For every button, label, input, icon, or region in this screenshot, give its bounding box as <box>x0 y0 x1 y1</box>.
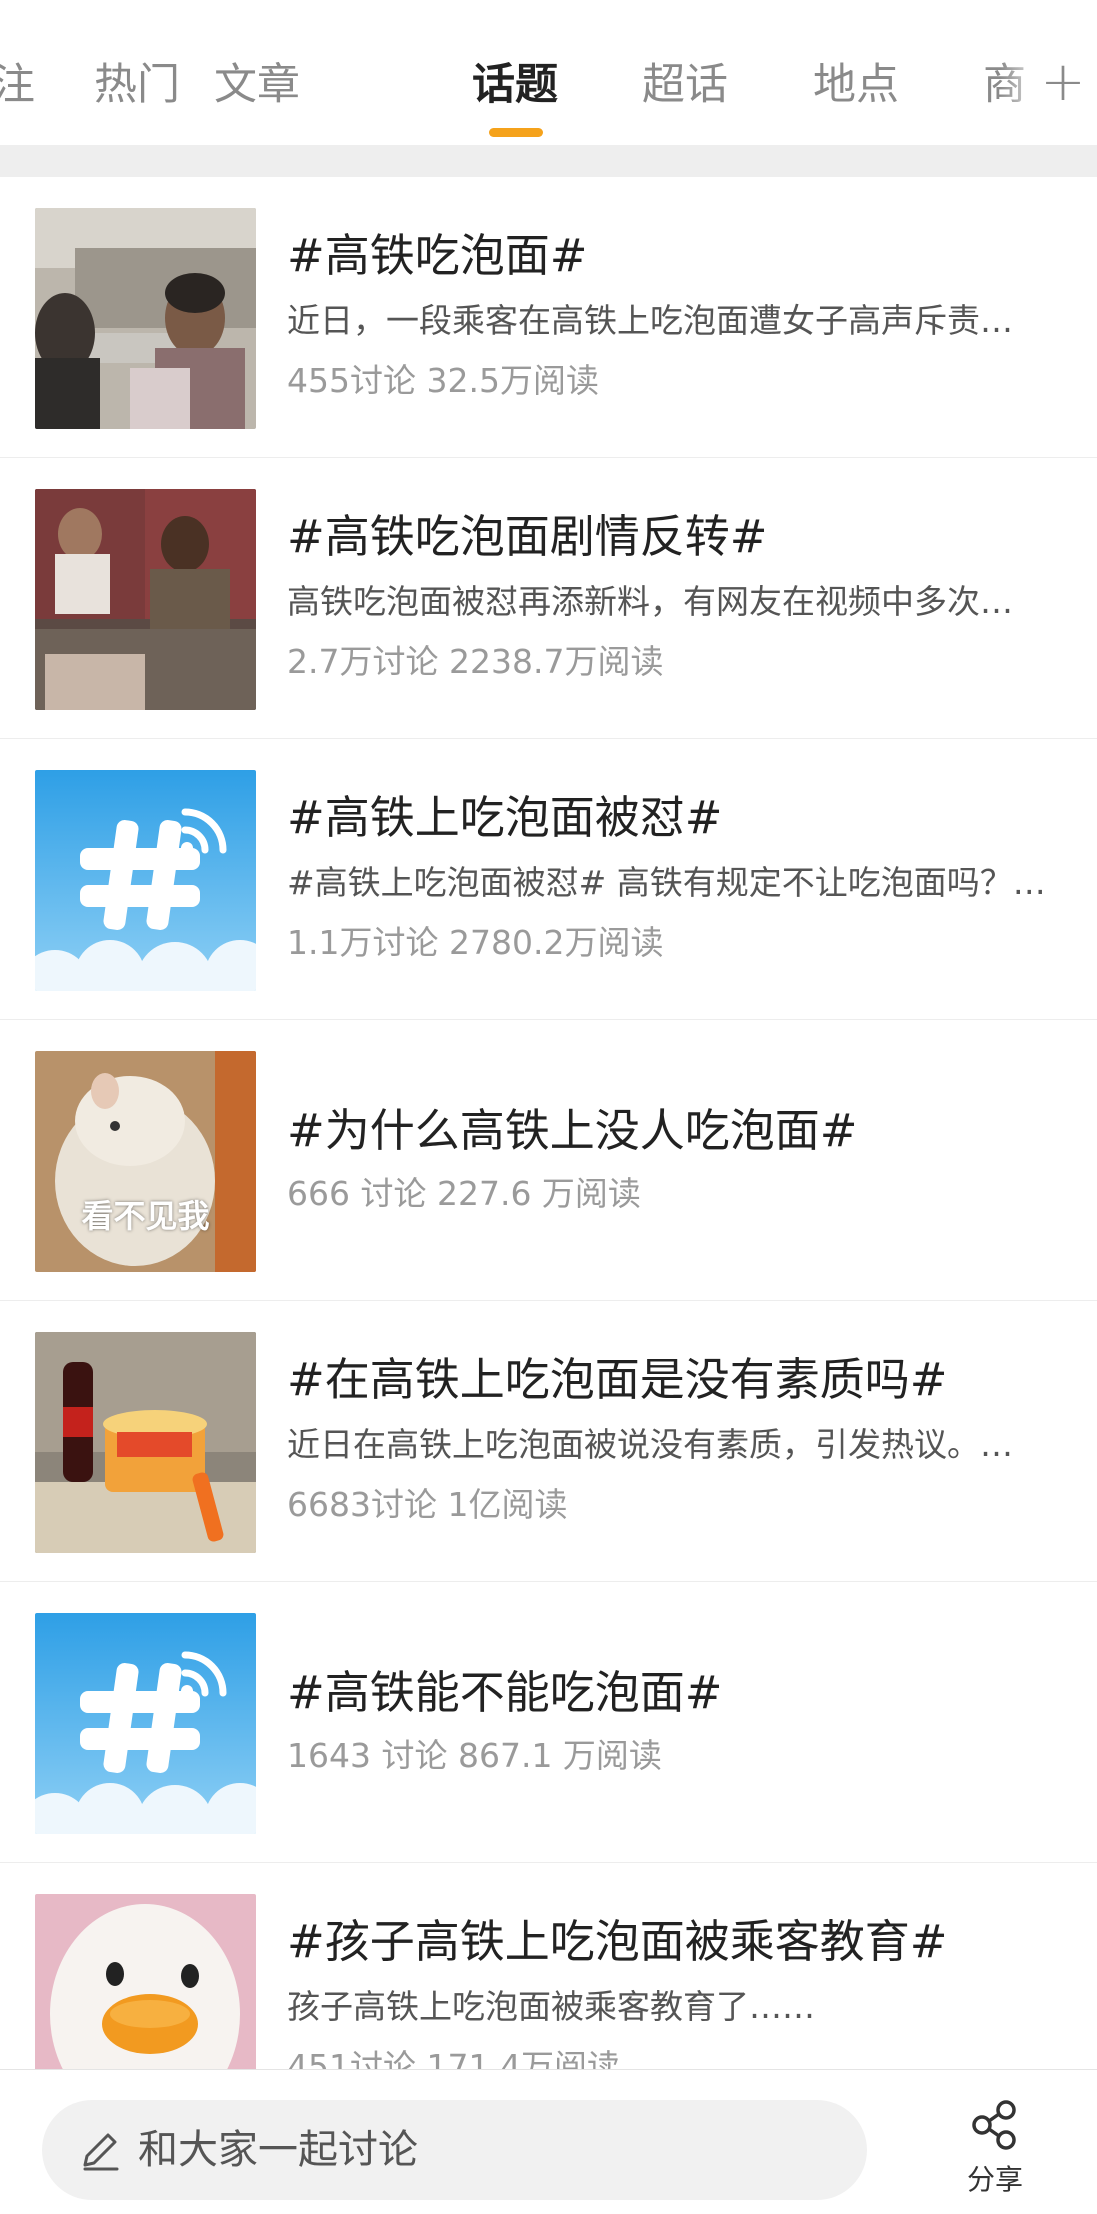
topic-item[interactable]: #高铁上吃泡面被怼# #高铁上吃泡面被怼# 高铁有规定不让吃泡面吗？… 1.1万… <box>0 739 1097 1020</box>
topic-thumbnail <box>35 208 256 429</box>
tab-following[interactable]: 注 <box>0 58 35 112</box>
topic-stats: 1.1万讨论 2780.2万阅读 <box>287 923 664 962</box>
topic-description: 孩子高铁上吃泡面被乘客教育了…… <box>287 1987 815 2026</box>
topic-item[interactable]: #高铁吃泡面剧情反转# 高铁吃泡面被怼再添新料，有网友在视频中多次… 2.7万讨… <box>0 458 1097 739</box>
tab-topics[interactable]: 话题 <box>472 58 558 112</box>
topic-thumbnail <box>35 489 256 710</box>
share-icon <box>968 2100 1022 2156</box>
topic-item[interactable]: 看不见我 #为什么高铁上没人吃泡面# 666 讨论 227.6 万阅读 <box>0 1020 1097 1301</box>
topic-stats: 455讨论 32.5万阅读 <box>287 361 599 400</box>
topic-title[interactable]: #为什么高铁上没人吃泡面# <box>287 1102 1067 1160</box>
tab-super-topics[interactable]: 超话 <box>642 58 728 112</box>
thumbnail-caption: 看不见我 <box>81 1197 210 1235</box>
pencil-icon <box>77 2127 123 2173</box>
topic-title[interactable]: #在高铁上吃泡面是没有素质吗# <box>287 1351 1067 1409</box>
topic-title[interactable]: #孩子高铁上吃泡面被乘客教育# <box>287 1913 1067 1971</box>
tab-articles[interactable]: 文章 <box>214 58 300 112</box>
hashtag-icon <box>35 1613 256 1834</box>
discussion-input[interactable]: 和大家一起讨论 <box>42 2100 867 2200</box>
topic-description: 高铁吃泡面被怼再添新料，有网友在视频中多次… <box>287 582 1013 621</box>
tab-bar: 注 热门 文章 话题 超话 地点 商 + <box>0 0 1097 145</box>
topic-item[interactable]: #高铁能不能吃泡面# 1643 讨论 867.1 万阅读 <box>0 1582 1097 1863</box>
active-tab-indicator <box>489 128 543 137</box>
share-button[interactable]: 分享 <box>960 2098 1030 2208</box>
section-divider <box>0 145 1097 177</box>
topic-description: 近日，一段乘客在高铁上吃泡面遭女子高声斥责… <box>287 301 1013 340</box>
topic-title[interactable]: #高铁上吃泡面被怼# <box>287 789 1067 847</box>
hashtag-icon <box>35 770 256 991</box>
topic-title[interactable]: #高铁能不能吃泡面# <box>287 1664 1067 1722</box>
topic-stats: 6683讨论 1亿阅读 <box>287 1485 568 1524</box>
tab-places[interactable]: 地点 <box>813 58 899 112</box>
topic-thumbnail: 看不见我 <box>35 1051 256 1272</box>
bottom-bar: 和大家一起讨论 分享 <box>0 2069 1097 2214</box>
topic-title[interactable]: #高铁吃泡面# <box>287 227 1067 285</box>
topic-item[interactable]: #高铁吃泡面# 近日，一段乘客在高铁上吃泡面遭女子高声斥责… 455讨论 32.… <box>0 177 1097 458</box>
topic-thumbnail <box>35 1332 256 1553</box>
topic-stats: 2.7万讨论 2238.7万阅读 <box>287 642 664 681</box>
topic-stats: 666 讨论 227.6 万阅读 <box>287 1174 641 1213</box>
tab-hot[interactable]: 热门 <box>94 58 180 112</box>
topic-description: #高铁上吃泡面被怼# 高铁有规定不让吃泡面吗？… <box>287 863 1046 902</box>
topic-stats: 1643 讨论 867.1 万阅读 <box>287 1736 662 1775</box>
discussion-placeholder: 和大家一起讨论 <box>138 2127 418 2173</box>
topic-item[interactable]: #在高铁上吃泡面是没有素质吗# 近日在高铁上吃泡面被说没有素质，引发热议。… 6… <box>0 1301 1097 1582</box>
topic-title[interactable]: #高铁吃泡面剧情反转# <box>287 508 1067 566</box>
topic-description: 近日在高铁上吃泡面被说没有素质，引发热议。… <box>287 1425 1013 1464</box>
share-label: 分享 <box>966 2163 1023 2196</box>
add-tab-button[interactable]: + <box>1038 52 1088 112</box>
